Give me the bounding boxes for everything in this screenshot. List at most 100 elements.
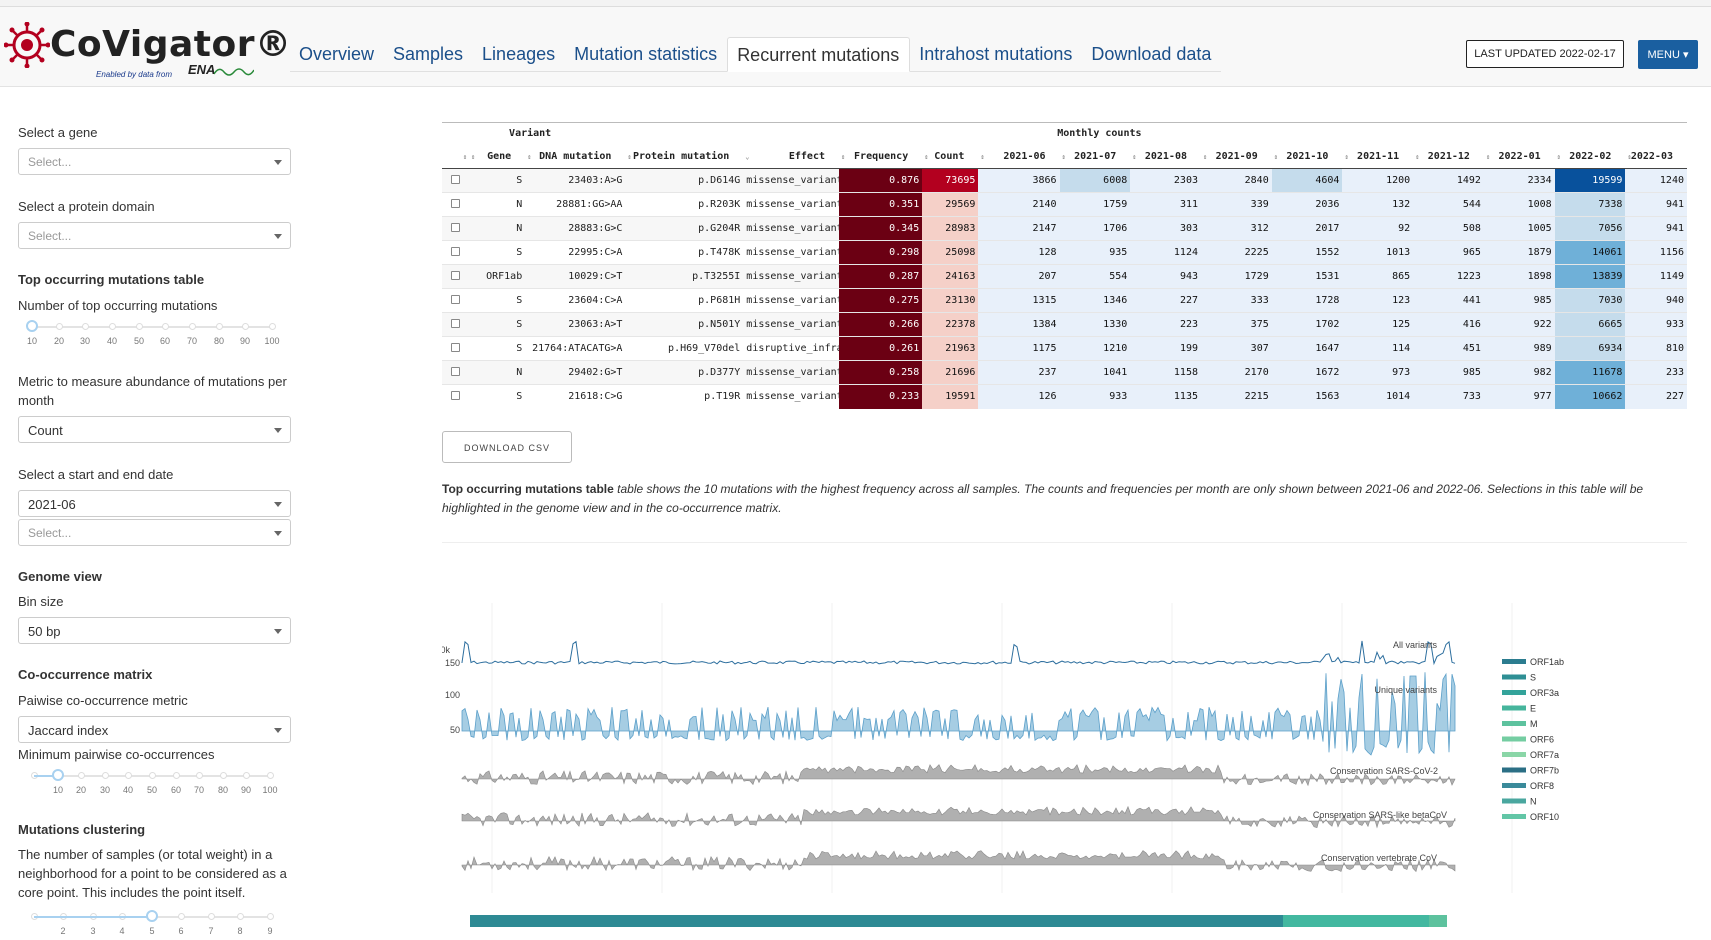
row-checkbox[interactable] xyxy=(451,342,461,352)
column-header[interactable]: ⇕ Frequency xyxy=(839,144,923,169)
clustering-slider[interactable]: 2 3 4 5 6 7 8 9 xyxy=(31,910,274,940)
column-header[interactable]: ⇕ 2021-07 xyxy=(1059,144,1131,169)
slider-dot[interactable] xyxy=(269,323,276,330)
sort-icon[interactable]: ⇕ xyxy=(980,153,984,161)
legend-label[interactable]: S xyxy=(1530,673,1536,683)
row-checkbox[interactable] xyxy=(451,270,461,280)
sort-icon[interactable]: ⇕ xyxy=(627,153,631,161)
sort-icon[interactable]: ⇕ xyxy=(1415,153,1419,161)
min-cooc-slider[interactable]: 10 20 30 40 50 60 70 80 90 100 xyxy=(31,769,278,799)
cooc-metric-select[interactable]: Jaccard index xyxy=(18,716,291,743)
row-checkbox-cell[interactable] xyxy=(442,384,470,409)
slider-rail[interactable] xyxy=(32,326,272,328)
slider-dot[interactable] xyxy=(173,772,180,779)
table-row[interactable]: S 21764:ATACATG>A p.H69_V70del disruptive_i… xyxy=(442,336,1687,361)
genome-view-plot[interactable]: 50k 150 100 50 All variants Unique variants Co… xyxy=(442,603,1711,931)
sort-icon[interactable]: ⇕ xyxy=(924,153,928,161)
table-row[interactable]: N 28883:G>C p.G204R missense_variant 0.345 28… xyxy=(442,216,1687,241)
column-header[interactable]: ⇕ 2022-02 xyxy=(1554,144,1626,169)
covigator-logo[interactable]: CoVigator® Enabled by data from ENA xyxy=(4,22,291,87)
slider-dot[interactable] xyxy=(220,772,227,779)
bin-size-select[interactable]: 50 bp xyxy=(18,617,291,644)
table-row[interactable]: S 23604:C>A p.P681H missense_variant 0.275 23… xyxy=(442,288,1687,313)
sort-icon[interactable]: ⇕ xyxy=(1557,153,1561,161)
row-checkbox[interactable] xyxy=(451,390,461,400)
tab-download-data[interactable]: Download data xyxy=(1082,37,1221,72)
column-header[interactable]: ⇕ Protein mutation xyxy=(625,144,744,169)
legend-label[interactable]: ORF1ab xyxy=(1530,657,1564,667)
protein-domain-select[interactable]: Select... xyxy=(18,222,291,249)
column-header[interactable]: ⇕ DNA mutation xyxy=(525,144,626,169)
slider-dot[interactable] xyxy=(208,913,215,920)
row-checkbox[interactable] xyxy=(451,222,461,232)
num-top-slider[interactable]: 10 20 30 40 50 60 70 80 90 100 xyxy=(26,320,280,350)
tab-samples[interactable]: Samples xyxy=(384,37,473,72)
row-checkbox[interactable] xyxy=(451,294,461,304)
slider-dot[interactable] xyxy=(242,323,249,330)
table-row[interactable]: S 23063:A>T p.N501Y missense_variant 0.266 22… xyxy=(442,312,1687,337)
table-row[interactable]: S 23403:A>G p.D614G missense_variant 0.876 73… xyxy=(442,168,1687,193)
column-header[interactable]: ⇕ 2021-11 xyxy=(1342,144,1414,169)
sort-icon[interactable]: ⇕ xyxy=(1274,153,1278,161)
slider-handle[interactable] xyxy=(146,910,158,922)
slider-dot[interactable] xyxy=(237,913,244,920)
legend-label[interactable]: N xyxy=(1530,797,1537,807)
tab-mutation-statistics[interactable]: Mutation statistics xyxy=(565,37,727,72)
legend-swatch[interactable] xyxy=(1502,814,1526,819)
slider-dot[interactable] xyxy=(267,913,274,920)
column-select[interactable]: ⇕ xyxy=(442,144,470,169)
legend-swatch[interactable] xyxy=(1502,659,1526,664)
row-checkbox-cell[interactable] xyxy=(442,312,470,337)
legend-label[interactable]: ORF6 xyxy=(1530,735,1554,745)
metric-select[interactable]: Count xyxy=(18,416,291,443)
table-row[interactable]: N 29402:G>T p.D377Y missense_variant 0.258 21… xyxy=(442,360,1687,385)
slider-dot[interactable] xyxy=(102,772,109,779)
column-header[interactable]: ⇕ 2022-03 xyxy=(1625,144,1687,169)
table-row[interactable]: ORF1ab 10029:C>T p.T3255I missense_variant 0… xyxy=(442,264,1687,289)
tab-overview[interactable]: Overview xyxy=(290,37,384,72)
tab-intrahost-mutations[interactable]: Intrahost mutations xyxy=(910,37,1082,72)
slider-dot[interactable] xyxy=(178,913,185,920)
legend-swatch[interactable] xyxy=(1502,798,1526,804)
row-checkbox[interactable] xyxy=(451,366,461,376)
start-date-select[interactable]: 2021-06 xyxy=(18,490,291,517)
row-checkbox-cell[interactable] xyxy=(442,264,470,289)
row-checkbox[interactable] xyxy=(451,318,461,328)
column-header[interactable]: ⇕ Count xyxy=(922,144,979,169)
column-header[interactable]: ⇕ Gene xyxy=(469,144,526,169)
column-header[interactable]: ⌄ Effect xyxy=(743,144,839,169)
row-checkbox-cell[interactable] xyxy=(442,360,470,385)
table-row[interactable]: N 28881:GG>AA p.R203K missense_variant 0.351… xyxy=(442,192,1687,217)
slider-dot[interactable] xyxy=(162,323,169,330)
slider-dot[interactable] xyxy=(149,772,156,779)
slider-dot[interactable] xyxy=(82,323,89,330)
row-checkbox[interactable] xyxy=(451,198,461,208)
sort-icon[interactable]: ⇕ xyxy=(841,153,845,161)
sort-icon[interactable]: ⇕ xyxy=(1627,153,1631,161)
slider-handle[interactable] xyxy=(26,320,38,332)
sort-icon[interactable]: ⇕ xyxy=(1203,153,1207,161)
menu-button[interactable]: MENU ▾ xyxy=(1638,40,1698,69)
slider-dot[interactable] xyxy=(136,323,143,330)
legend-swatch[interactable] xyxy=(1502,690,1526,695)
legend-swatch[interactable] xyxy=(1502,736,1526,742)
legend-label[interactable]: ORF8 xyxy=(1530,781,1554,791)
column-header[interactable]: ⇕ 2021-09 xyxy=(1201,144,1272,169)
row-checkbox[interactable] xyxy=(451,174,461,184)
legend-swatch[interactable] xyxy=(1502,705,1526,711)
slider-dot[interactable] xyxy=(125,772,132,779)
row-checkbox-cell[interactable] xyxy=(442,240,470,265)
table-row[interactable]: S 21618:C>G p.T19R missense_variant 0.233 195… xyxy=(442,384,1687,409)
sort-icon[interactable]: ⇕ xyxy=(1486,153,1490,161)
sort-icon[interactable]: ⇕ xyxy=(527,153,531,161)
sort-icon[interactable]: ⇕ xyxy=(1132,153,1136,161)
legend-swatch[interactable] xyxy=(1502,752,1526,757)
column-header[interactable]: ⇕ 2022-01 xyxy=(1483,144,1555,169)
legend-swatch[interactable] xyxy=(1502,721,1526,726)
legend-swatch[interactable] xyxy=(1502,767,1526,773)
sort-icon[interactable]: ⇕ xyxy=(1062,153,1066,161)
column-header[interactable]: ⇕ 2021-08 xyxy=(1130,144,1201,169)
slider-dot[interactable] xyxy=(189,323,196,330)
row-checkbox-cell[interactable] xyxy=(442,216,470,241)
end-date-select[interactable]: Select... xyxy=(18,519,291,546)
